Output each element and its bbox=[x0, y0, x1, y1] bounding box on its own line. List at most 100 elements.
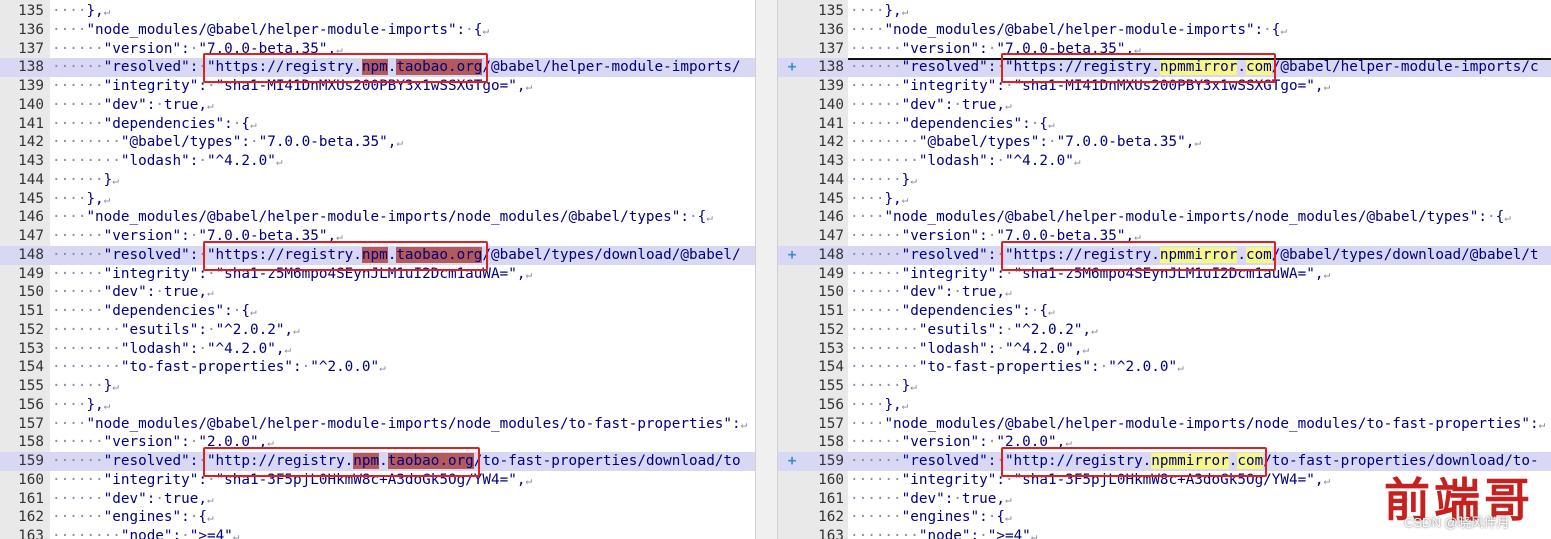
code-line: 152 ········"esutils":·"^2.0.2",↵ bbox=[0, 321, 755, 340]
code-text: ······"resolved":·"http://registry.npmmi… bbox=[850, 453, 1539, 469]
line-number: 138 bbox=[818, 59, 844, 76]
whitespace-marker: ······ bbox=[850, 453, 902, 469]
whitespace-marker: ······ bbox=[850, 246, 902, 263]
code-text: ······"resolved":·"https://registry.npm.… bbox=[52, 246, 741, 263]
code-text: ····},↵ bbox=[52, 3, 111, 19]
whitespace-marker: · bbox=[189, 228, 199, 244]
eol-glyph: ↵ bbox=[1082, 342, 1090, 356]
registry-tld-highlight: taobao.org bbox=[396, 59, 483, 76]
diff-changed-row: 138 ······"resolved":·"https://registry.n… bbox=[0, 58, 755, 77]
whitespace-marker: ······ bbox=[850, 228, 902, 244]
eol-glyph: ↵ bbox=[284, 342, 292, 356]
line-number: 163 bbox=[18, 528, 44, 539]
whitespace-marker: · bbox=[206, 265, 216, 282]
line-number: 137 bbox=[18, 40, 44, 57]
whitespace-marker: · bbox=[1030, 115, 1040, 132]
line-number: 157 bbox=[818, 415, 844, 432]
line-number: 140 bbox=[818, 96, 844, 113]
code-text: ····"node_modules/@babel/helper-module-i… bbox=[850, 21, 1288, 38]
line-number: 156 bbox=[18, 396, 44, 413]
eol-glyph: ↵ bbox=[901, 398, 909, 412]
code-line: 145 ····},↵ bbox=[0, 190, 755, 209]
whitespace-marker: ········ bbox=[52, 321, 121, 338]
whitespace-marker: · bbox=[1004, 471, 1014, 488]
code-text: ······"version":·"7.0.0-beta.35",↵ bbox=[850, 40, 1141, 57]
whitespace-marker: ······ bbox=[52, 434, 104, 451]
line-number: 158 bbox=[818, 434, 844, 451]
registry-tld-highlight: com bbox=[1245, 246, 1272, 263]
line-number: 162 bbox=[818, 509, 844, 526]
code-text: ········"to-fast-properties":·"^2.0.0"↵ bbox=[52, 359, 386, 376]
code-text: ····},↵ bbox=[850, 3, 909, 19]
code-line: 137 ······"version":·"7.0.0-beta.35",↵ bbox=[0, 40, 755, 59]
code-line: 151 ······"dependencies":·{↵ bbox=[0, 302, 755, 321]
line-number: 144 bbox=[18, 171, 44, 188]
eol-glyph: ↵ bbox=[1134, 230, 1141, 243]
code-text: ········"to-fast-properties":·"^2.0.0"↵ bbox=[850, 359, 1184, 376]
line-number: 145 bbox=[18, 190, 44, 207]
eol-glyph: ↵ bbox=[1065, 436, 1072, 450]
whitespace-marker: ······ bbox=[52, 303, 104, 319]
left-diff-pane[interactable]: 135 ····},↵ 136 ····"node_modules/@babel/he… bbox=[0, 0, 755, 539]
whitespace-marker: · bbox=[987, 434, 997, 451]
whitespace-marker: ········ bbox=[850, 134, 919, 151]
line-number: 149 bbox=[18, 265, 44, 282]
eol-glyph: ↵ bbox=[1048, 305, 1055, 318]
code-line: 155 ······}↵ bbox=[778, 377, 1551, 396]
code-text: ········"node":·">=4"↵ bbox=[850, 527, 1037, 539]
line-number: 146 bbox=[818, 209, 844, 226]
eol-glyph: ↵ bbox=[250, 305, 257, 318]
code-text: ····},↵ bbox=[52, 396, 111, 413]
code-line: 146 ····"node_modules/@babel/helper-modul… bbox=[0, 208, 755, 227]
eol-glyph: ↵ bbox=[1323, 473, 1331, 487]
code-line: 140 ······"dev":·true,↵ bbox=[0, 96, 755, 115]
whitespace-marker: ······ bbox=[52, 509, 104, 526]
line-number: 160 bbox=[818, 471, 844, 488]
code-line: 152 ········"esutils":·"^2.0.2",↵ bbox=[778, 321, 1551, 340]
code-text: ······"integrity":·"sha1-z5M6mpo4SEynJLM… bbox=[850, 265, 1331, 282]
eol-glyph: ↵ bbox=[1004, 511, 1012, 525]
line-number: 152 bbox=[818, 321, 844, 338]
registry-url: "https://registry.npmmirror.com bbox=[1004, 59, 1272, 76]
code-line: 144 ······}↵ bbox=[0, 171, 755, 190]
right-diff-pane[interactable]: 135 ····},↵ 136 ····"node_modules/@babel/he… bbox=[778, 0, 1551, 539]
pane-divider[interactable] bbox=[755, 0, 778, 539]
whitespace-marker: ······ bbox=[52, 378, 104, 394]
eol-glyph: ↵ bbox=[336, 42, 343, 56]
code-text: ······"dev":·true,↵ bbox=[850, 284, 1012, 301]
eol-glyph: ↵ bbox=[525, 267, 533, 281]
whitespace-marker: ········ bbox=[52, 153, 121, 169]
code-text: ······"dev":·true,↵ bbox=[850, 96, 1012, 113]
line-number: 155 bbox=[818, 378, 844, 394]
code-text: ········"node":·">=4"↵ bbox=[52, 527, 239, 539]
whitespace-marker: ······ bbox=[52, 228, 104, 244]
line-number: 148 bbox=[818, 246, 844, 263]
whitespace-marker: ···· bbox=[52, 396, 87, 413]
whitespace-marker: · bbox=[181, 528, 190, 539]
whitespace-marker: · bbox=[189, 40, 199, 57]
whitespace-marker: ······ bbox=[850, 490, 902, 507]
registry-url: "http://registry.npm.taobao.org bbox=[206, 453, 474, 469]
eol-glyph: ↵ bbox=[910, 173, 917, 187]
eol-glyph: ↵ bbox=[1323, 267, 1331, 281]
code-line: 161 ······"dev":·true,↵ bbox=[0, 490, 755, 509]
whitespace-marker: ······ bbox=[850, 471, 902, 488]
whitespace-marker: · bbox=[232, 115, 242, 132]
code-text: ······"engines":·{↵ bbox=[850, 509, 1012, 526]
whitespace-marker: ······ bbox=[52, 171, 104, 188]
whitespace-marker: ······ bbox=[52, 246, 104, 263]
whitespace-marker: ······ bbox=[850, 115, 902, 132]
whitespace-marker: ······ bbox=[850, 303, 902, 319]
eol-glyph: ↵ bbox=[336, 230, 343, 243]
csdn-author-label: CSDN @晓风伴月 bbox=[1404, 515, 1510, 530]
registry-url: "https://registry.npm.taobao.org bbox=[206, 246, 483, 263]
code-line: 157 ····"node_modules/@babel/helper-modul… bbox=[778, 415, 1551, 434]
whitespace-marker: · bbox=[250, 134, 259, 151]
code-text: ········"esutils":·"^2.0.2",↵ bbox=[850, 321, 1098, 338]
code-text: ······"version":·"2.0.0",↵ bbox=[52, 434, 274, 451]
eol-glyph: ↵ bbox=[206, 98, 214, 112]
line-number: 160 bbox=[18, 471, 44, 488]
registry-url: "http://registry.npmmirror.com bbox=[1004, 453, 1264, 469]
whitespace-marker: ···· bbox=[850, 396, 885, 413]
line-number: 139 bbox=[818, 78, 844, 94]
